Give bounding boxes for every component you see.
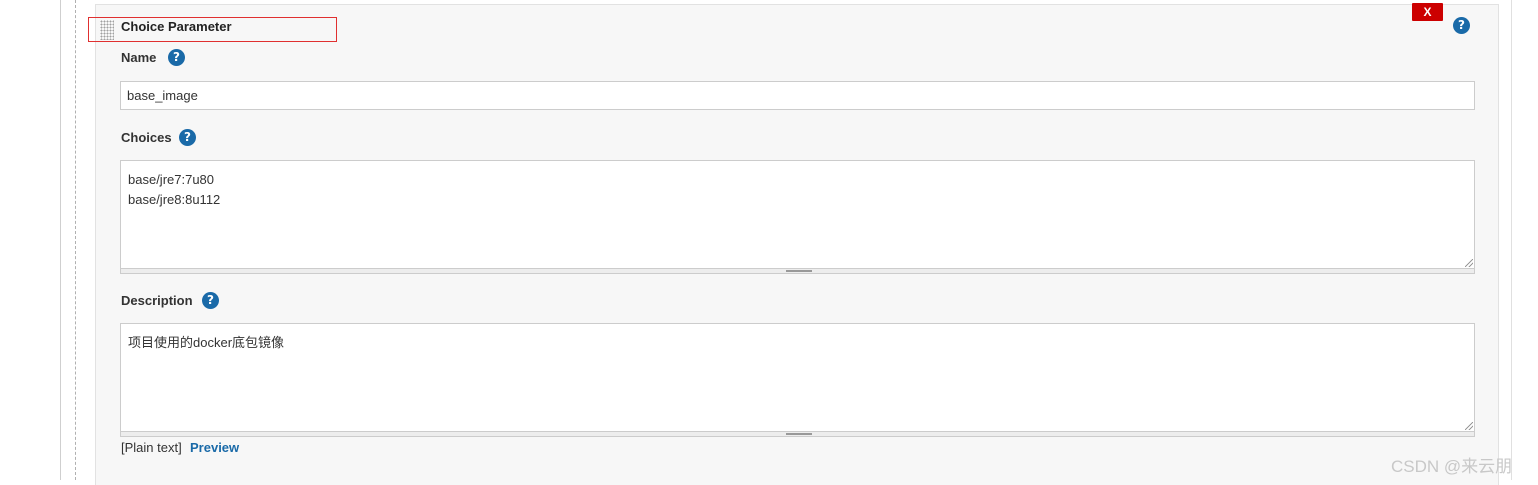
resize-corner-icon[interactable] [1465,259,1473,267]
outer-right-border [1511,0,1512,480]
choices-label: Choices [121,130,172,145]
nesting-guide-line [75,0,76,480]
delete-parameter-button[interactable]: X [1412,3,1443,21]
choices-textarea[interactable]: base/jre7:7u80 base/jre8:8u112 [120,160,1475,269]
description-help-icon[interactable]: ? [202,292,219,309]
parameter-title: Choice Parameter [121,19,232,34]
name-label: Name [121,50,157,65]
name-input[interactable] [120,81,1475,110]
description-label: Description [121,293,193,308]
resize-corner-icon[interactable] [1465,422,1473,430]
markup-format-label: [Plain text] [121,440,182,455]
name-help-icon[interactable]: ? [168,49,185,66]
choices-resize-grippie[interactable] [120,269,1475,274]
description-resize-grippie[interactable] [120,432,1475,437]
choices-help-icon[interactable]: ? [179,129,196,146]
parameter-help-icon[interactable]: ? [1453,17,1470,34]
outer-border-line [60,0,61,480]
watermark: CSDN @来云朋 [1391,457,1513,476]
preview-link[interactable]: Preview [190,440,239,455]
description-textarea[interactable]: 项目使用的docker底包镜像 [120,323,1475,432]
